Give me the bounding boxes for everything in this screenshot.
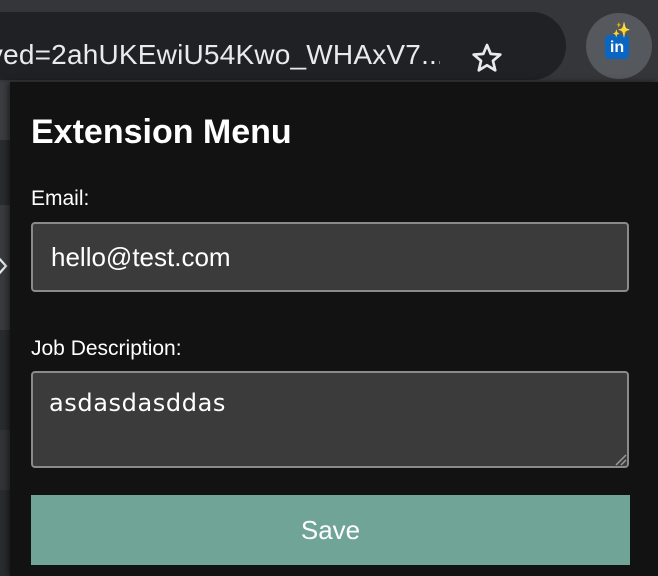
job-description-label: Job Description: <box>31 337 182 360</box>
email-field[interactable] <box>31 222 629 292</box>
job-description-field[interactable]: asdasdasddas <box>31 371 629 468</box>
address-bar[interactable]: &ved=2ahUKEwiU54Kwo_WHAxV7... <box>0 12 566 80</box>
address-bar-url[interactable]: &ved=2ahUKEwiU54Kwo_WHAxV7... <box>0 39 440 71</box>
chevron-right-icon <box>0 257 8 275</box>
sparkle-icon: ✨ <box>612 22 631 39</box>
email-label: Email: <box>31 187 90 210</box>
save-button[interactable]: Save <box>31 495 630 565</box>
popup-title: Extension Menu <box>31 113 292 151</box>
bookmark-star-icon[interactable] <box>470 41 504 75</box>
extension-popup: Extension Menu Email: Job Description: a… <box>10 82 658 576</box>
browser-toolbar: &ved=2ahUKEwiU54Kwo_WHAxV7... in ✨ <box>0 0 658 82</box>
resize-handle-icon[interactable] <box>613 452 627 466</box>
extension-button[interactable]: in ✨ <box>586 13 652 79</box>
